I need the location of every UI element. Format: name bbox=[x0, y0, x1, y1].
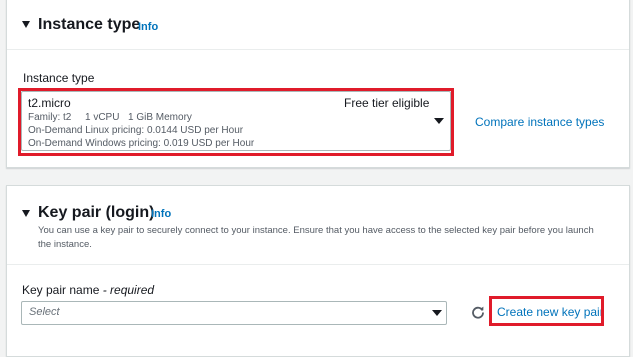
key-pair-placeholder: Select bbox=[29, 306, 60, 318]
divider bbox=[7, 264, 629, 265]
info-link[interactable]: Info bbox=[138, 21, 158, 33]
key-pair-description-2: the instance. bbox=[38, 239, 92, 250]
key-pair-panel: Key pair (login) Info You can use a key … bbox=[6, 185, 630, 357]
instance-type-title: Instance type bbox=[38, 16, 141, 33]
dropdown-arrow-icon[interactable] bbox=[432, 310, 442, 316]
divider bbox=[7, 49, 629, 50]
key-pair-select[interactable]: Select bbox=[21, 301, 447, 325]
caret-down-icon[interactable] bbox=[22, 210, 30, 217]
key-pair-description-1: You can use a key pair to securely conne… bbox=[38, 225, 594, 236]
instance-type-panel: Instance type Info Instance type t2.micr… bbox=[6, 0, 630, 168]
key-pair-name-text: Key pair name bbox=[22, 283, 100, 297]
required-text: - required bbox=[99, 283, 155, 297]
refresh-icon[interactable] bbox=[471, 305, 485, 319]
highlight-instance-type bbox=[18, 88, 454, 156]
compare-instance-types-link[interactable]: Compare instance types bbox=[475, 115, 604, 129]
key-pair-title: Key pair (login) bbox=[38, 204, 155, 221]
info-link[interactable]: Info bbox=[151, 208, 171, 220]
key-pair-name-label: Key pair name - required bbox=[22, 283, 154, 297]
highlight-create-key-pair bbox=[489, 296, 604, 326]
caret-down-icon[interactable] bbox=[22, 21, 30, 28]
instance-type-label: Instance type bbox=[23, 71, 95, 85]
